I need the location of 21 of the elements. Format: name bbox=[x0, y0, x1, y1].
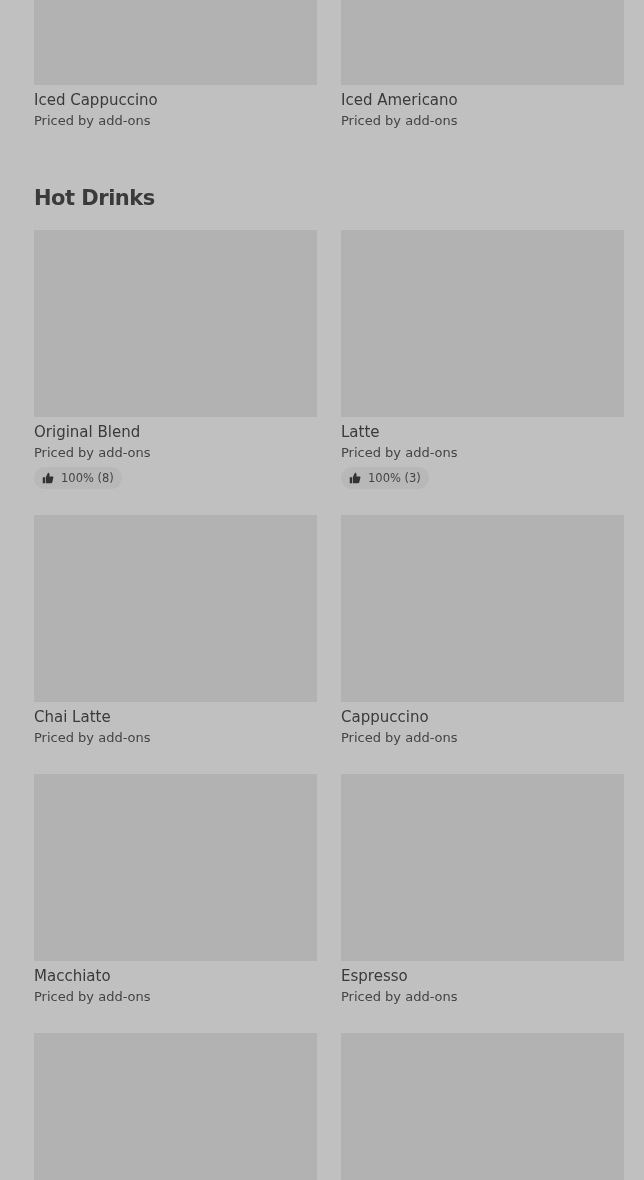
item-name[interactable]: Iced Americano bbox=[341, 89, 458, 111]
item-price-note: Priced by add-ons bbox=[34, 444, 151, 462]
item-name[interactable]: Iced Cappuccino bbox=[34, 89, 158, 111]
item-name[interactable]: Chai Latte bbox=[34, 706, 111, 728]
thumbs-up-icon bbox=[42, 472, 54, 484]
item-price-note: Priced by add-ons bbox=[341, 444, 458, 462]
thumbs-up-icon bbox=[349, 472, 361, 484]
item-name[interactable]: Espresso bbox=[341, 965, 408, 987]
item-name[interactable]: Latte bbox=[341, 421, 380, 443]
item-name[interactable]: Cappuccino bbox=[341, 706, 429, 728]
rating-text: 100% (3) bbox=[368, 471, 421, 485]
item-name[interactable]: Original Blend bbox=[34, 421, 141, 443]
item-price-note: Priced by add-ons bbox=[341, 729, 458, 747]
section-heading: Hot Drinks bbox=[34, 187, 156, 209]
item-price-note: Priced by add-ons bbox=[34, 112, 151, 130]
item-price-note: Priced by add-ons bbox=[341, 112, 458, 130]
item-price-note: Priced by add-ons bbox=[34, 988, 151, 1006]
item-price-note: Priced by add-ons bbox=[34, 729, 151, 747]
item-name[interactable]: Macchiato bbox=[34, 965, 111, 987]
item-price-note: Priced by add-ons bbox=[341, 988, 458, 1006]
rating-text: 100% (8) bbox=[61, 471, 114, 485]
